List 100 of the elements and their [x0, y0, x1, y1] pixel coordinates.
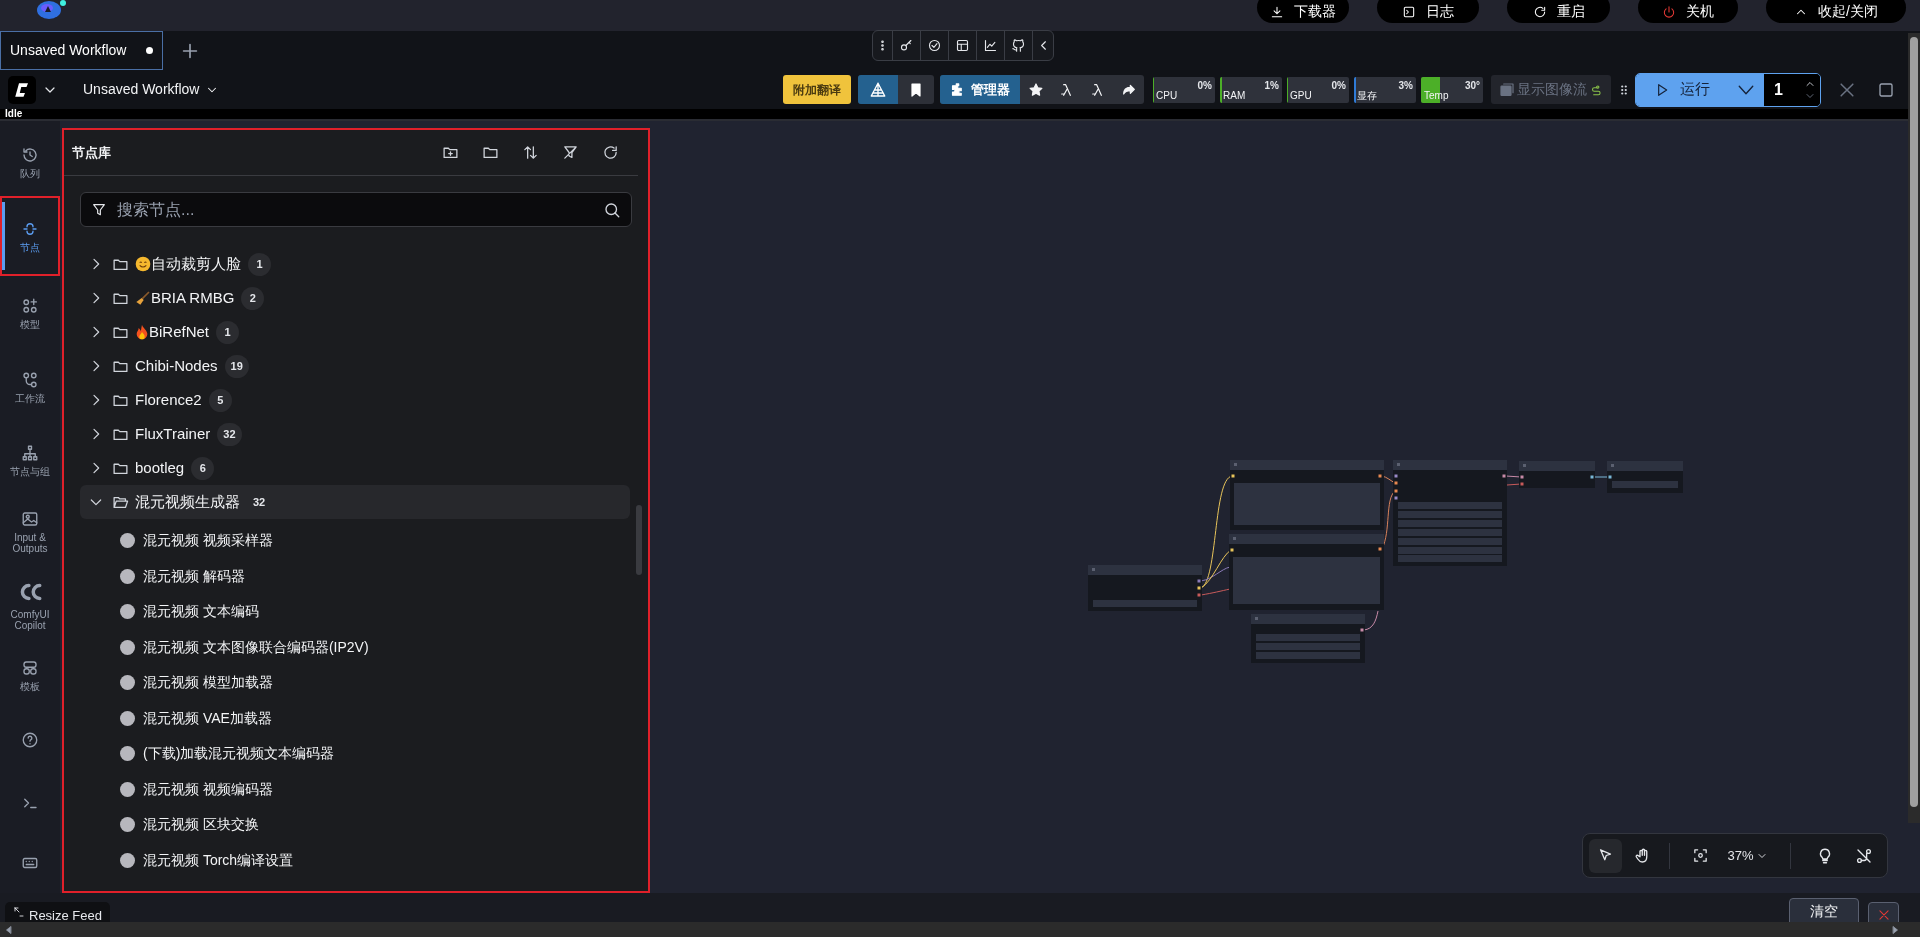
- node-item[interactable]: 混元视频 模型加载器: [80, 665, 630, 701]
- power-icon: [1662, 4, 1676, 19]
- meter-reading: 1%: [1264, 78, 1279, 93]
- restart-icon: [1532, 4, 1547, 19]
- focus-icon: [1692, 847, 1710, 864]
- vertical-scrollbar[interactable]: [1908, 33, 1920, 823]
- folder-label: BRIA RMBG: [151, 287, 235, 308]
- node-item[interactable]: 混元视频 VAE加载器: [80, 700, 630, 736]
- sort-icon: [521, 144, 539, 161]
- top-bar-button[interactable]: 收起/关闭: [1766, 0, 1906, 23]
- search-icon: [603, 200, 621, 219]
- key-icon: [899, 38, 914, 53]
- crystools-button[interactable]: [858, 75, 898, 104]
- tree-folder-row[interactable]: BRIA RMBG 2: [80, 281, 630, 315]
- node-count: 1: [248, 252, 271, 276]
- model-icon: [21, 297, 39, 316]
- check-circle-icon: [927, 38, 942, 53]
- resize-icon: [13, 906, 25, 918]
- links-off-icon: [1855, 846, 1874, 865]
- history-icon: [21, 146, 39, 165]
- tree-folder-row[interactable]: Florence2 5: [80, 383, 630, 417]
- top-bar-button[interactable]: 下载器: [1257, 0, 1349, 23]
- tree-folder-row[interactable]: 混元视频生成器 32: [80, 485, 630, 519]
- folder-label: 自动裁剪人脸: [151, 253, 241, 274]
- select-tool-button[interactable]: [1589, 838, 1623, 873]
- workflow-icon: [21, 371, 39, 390]
- node-item[interactable]: (下载)加载混元视频文本编码器: [80, 736, 630, 772]
- meter-reading: 30°: [1464, 78, 1480, 93]
- meter-label: 显存: [1357, 88, 1377, 103]
- sidebar-item[interactable]: 队列: [0, 129, 60, 197]
- github-icon: [1011, 38, 1026, 53]
- node-count: 32: [217, 422, 242, 446]
- filter-icon: [91, 201, 107, 218]
- workflow-menu[interactable]: Unsaved Workflow: [83, 79, 220, 100]
- help-icon: [21, 731, 39, 750]
- scrollbar-thumb[interactable]: [636, 505, 642, 575]
- node-count: 32: [252, 494, 267, 510]
- meter-reading: 0%: [1331, 78, 1346, 93]
- panel-title: 节点库: [72, 143, 111, 162]
- smiley-icon: [135, 256, 151, 272]
- node-item[interactable]: 混元视频 区块交换: [80, 807, 630, 843]
- close-icon: [1876, 908, 1891, 922]
- node-count: 19: [224, 354, 249, 378]
- node-link: [1381, 475, 1396, 484]
- square-icon: [1877, 80, 1895, 99]
- node-item[interactable]: 混元视频 解码器: [80, 558, 630, 594]
- node-item[interactable]: 混元视频 Torch编译设置: [80, 842, 630, 878]
- meter-label: CPU: [1156, 88, 1178, 103]
- node-count: 2: [241, 286, 265, 310]
- sidebar-item[interactable]: Input & Outputs: [0, 496, 60, 568]
- tree-folder-row[interactable]: 自动裁剪人脸 1: [80, 247, 630, 281]
- refresh-icon: [601, 144, 619, 161]
- puzzle-icon: [950, 82, 965, 97]
- sidebar-item[interactable]: 模型: [0, 275, 60, 352]
- image-icon: [21, 509, 39, 528]
- meter-label: RAM: [1223, 88, 1246, 103]
- scroll-right-icon: [1890, 924, 1900, 935]
- tree-folder-row[interactable]: BiRefNet 1: [80, 315, 630, 349]
- tree-folder-row[interactable]: Chibi-Nodes 19: [80, 349, 630, 383]
- flame-icon: [135, 324, 149, 340]
- folder-label: Chibi-Nodes: [135, 355, 218, 376]
- clear-button[interactable]: 清空: [1789, 898, 1859, 922]
- node-link: [1363, 610, 1379, 631]
- resize-feed-button[interactable]: Resize Feed: [5, 902, 110, 922]
- comfy-logo-icon[interactable]: [8, 75, 36, 104]
- sidebar-item[interactable]: 工作流: [0, 351, 60, 425]
- download-icon: [1270, 4, 1284, 19]
- snake-icon: [1589, 82, 1603, 97]
- folder-label: FluxTrainer: [135, 423, 211, 444]
- node-item[interactable]: 混元视频 文本图像联合编码器(IP2V): [80, 629, 630, 665]
- meter-reading: 3%: [1398, 78, 1413, 93]
- workflow-tab[interactable]: Unsaved Workflow: [0, 31, 164, 70]
- tree-folder-row[interactable]: bootleg 6: [80, 451, 630, 485]
- translate-button[interactable]: 附加翻译: [783, 75, 851, 104]
- sidebar-item[interactable]: ComfyUI Copilot: [0, 567, 60, 643]
- zoom-menu[interactable]: 37%: [1727, 845, 1768, 866]
- chart-icon: [983, 38, 998, 53]
- sidebar-item[interactable]: 模板: [0, 643, 60, 709]
- top-bar-button[interactable]: 关机: [1638, 0, 1738, 23]
- horizontal-scrollbar[interactable]: [0, 922, 1920, 937]
- tree-folder-row[interactable]: FluxTrainer 32: [80, 417, 630, 451]
- node-count: 5: [208, 388, 232, 412]
- node-link: [1506, 483, 1522, 486]
- brush-icon: [135, 290, 151, 306]
- node-item[interactable]: 混元视频 视频采样器: [80, 523, 630, 559]
- manager-button[interactable]: 管理器: [940, 75, 1020, 104]
- node-item[interactable]: 混元视频 文本编码: [80, 594, 630, 630]
- images-icon: [1499, 81, 1515, 98]
- folder-label: 混元视频生成器: [135, 491, 240, 512]
- terminal-icon: [1402, 4, 1416, 19]
- node-item[interactable]: 混元视频 视频编码器: [80, 771, 630, 807]
- sidebar-item[interactable]: 节点与组: [0, 424, 60, 497]
- search-field[interactable]: 搜索节点...: [80, 192, 632, 227]
- star-icon: [1027, 81, 1044, 98]
- scroll-left-icon: [4, 924, 14, 935]
- folder-label: bootleg: [135, 457, 185, 478]
- top-bar-button[interactable]: 重启: [1507, 0, 1610, 23]
- maximize-button[interactable]: [1877, 80, 1895, 99]
- top-bar-button[interactable]: 日志: [1377, 0, 1479, 23]
- sidebar-item[interactable]: 节点: [0, 196, 60, 276]
